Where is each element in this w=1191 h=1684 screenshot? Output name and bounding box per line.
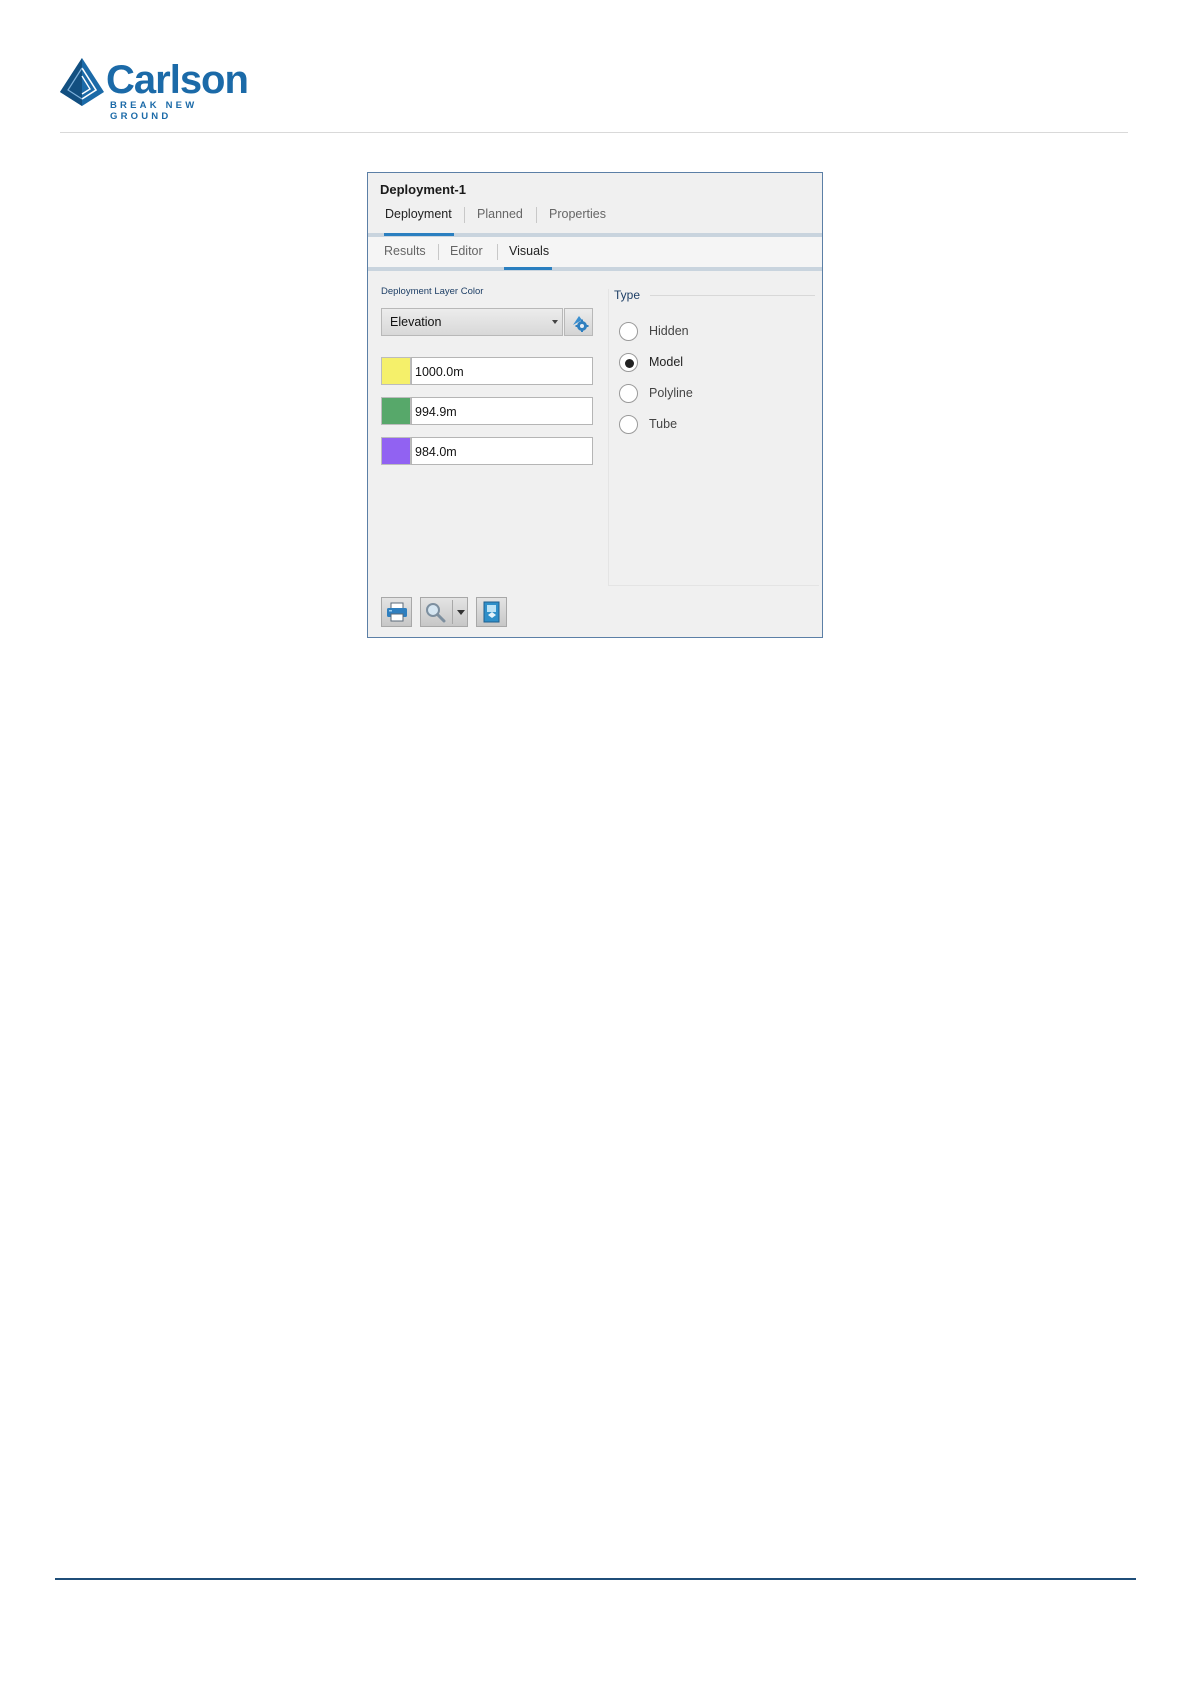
layer-color-value: Elevation	[390, 315, 442, 329]
zoom-icon	[426, 603, 446, 623]
color-swatch[interactable]	[381, 437, 411, 465]
tab-planned[interactable]: Planned	[477, 207, 523, 221]
radio-label: Hidden	[649, 324, 689, 338]
radio-label: Model	[649, 355, 684, 369]
radio-circle[interactable]	[619, 415, 638, 434]
sub-tabs: Results Editor Visuals	[368, 237, 822, 267]
color-swatch[interactable]	[381, 397, 411, 425]
tab-results[interactable]: Results	[384, 244, 426, 258]
tab-deployment[interactable]: Deployment	[385, 207, 452, 221]
tab-properties[interactable]: Properties	[549, 207, 606, 221]
subtab-underline	[368, 267, 822, 271]
export-button[interactable]	[476, 597, 507, 627]
radio-label: Tube	[649, 417, 678, 431]
radio-label: Polyline	[649, 386, 693, 400]
panel-title: Deployment-1	[380, 182, 466, 197]
elevation-value-field[interactable]: 1000.0m	[411, 357, 593, 385]
tab-separator	[497, 244, 498, 260]
main-tabs: Deployment Planned Properties	[368, 203, 822, 231]
tab-separator	[464, 207, 465, 223]
pyramid-logo-icon	[60, 58, 104, 106]
footer-divider	[55, 1578, 1136, 1580]
elevation-stop-row: 984.0m	[381, 437, 593, 465]
chevron-down-icon	[552, 320, 558, 324]
tab-separator	[536, 207, 537, 223]
zoom-dropdown-button[interactable]	[420, 597, 468, 627]
tab-separator	[438, 244, 439, 260]
elevation-value-field[interactable]: 994.9m	[411, 397, 593, 425]
color-settings-button[interactable]	[564, 308, 593, 336]
export-icon	[483, 601, 500, 623]
brand-name: Carlson	[106, 58, 249, 102]
printer-icon	[387, 602, 407, 622]
elevation-value-field[interactable]: 984.0m	[411, 437, 593, 465]
layer-color-select[interactable]: Elevation	[381, 308, 563, 336]
radio-hidden[interactable]: Hidden	[619, 322, 839, 344]
tab-visuals[interactable]: Visuals	[509, 244, 549, 258]
radio-selected-dot	[625, 359, 634, 368]
type-divider	[650, 295, 815, 296]
palette-settings-icon	[573, 316, 589, 332]
elevation-stop-row: 994.9m	[381, 397, 593, 425]
type-label: Type	[614, 288, 641, 302]
active-tab-indicator	[384, 233, 454, 236]
radio-circle[interactable]	[619, 322, 638, 341]
print-button[interactable]	[381, 597, 412, 627]
radio-tube[interactable]: Tube	[619, 415, 839, 437]
radio-circle[interactable]	[619, 384, 638, 403]
elevation-stop-row: 1000.0m	[381, 357, 593, 385]
header-divider	[60, 132, 1128, 133]
layer-color-label: Deployment Layer Color	[381, 286, 484, 297]
split-divider	[452, 600, 453, 624]
brand-tagline: BREAK NEW GROUND	[110, 100, 198, 122]
deployment-panel: Deployment-1 Deployment Planned Properti…	[367, 172, 823, 638]
radio-circle[interactable]	[619, 353, 638, 372]
carlson-logo: Carlson BREAK NEW GROUND	[58, 56, 258, 122]
tab-editor[interactable]: Editor	[450, 244, 483, 258]
chevron-down-icon[interactable]	[456, 610, 466, 616]
active-subtab-indicator	[504, 267, 552, 270]
radio-polyline[interactable]: Polyline	[619, 384, 839, 406]
radio-model[interactable]: Model	[619, 353, 839, 375]
color-swatch[interactable]	[381, 357, 411, 385]
